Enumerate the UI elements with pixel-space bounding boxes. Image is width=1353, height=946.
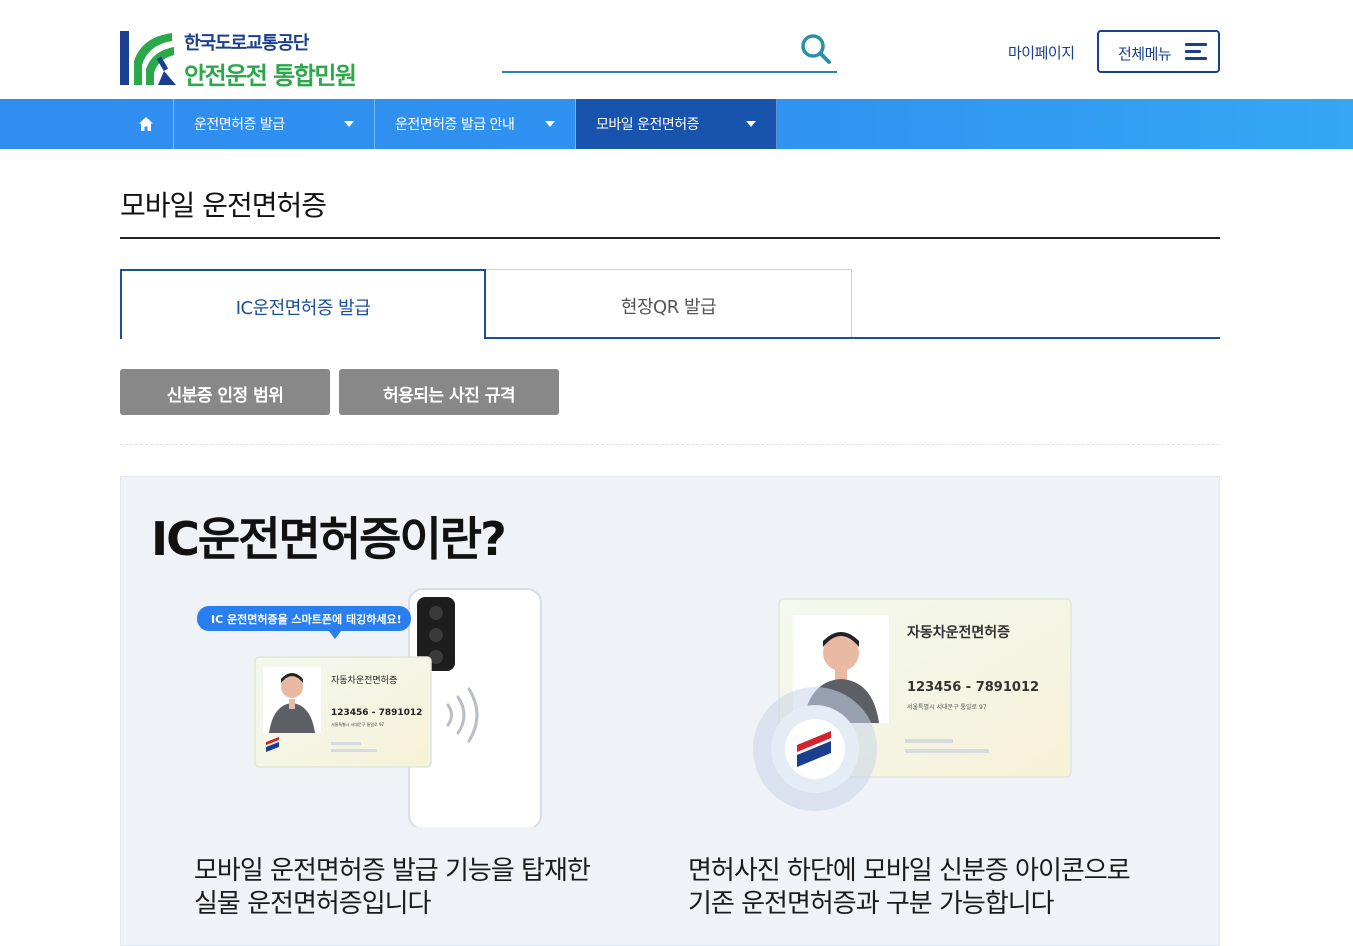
page-title: 모바일 운전면허증: [120, 189, 327, 222]
caption-mobile-id: 면허사진 하단에 모바일 신분증 아이콘으로 기존 운전면허증과 구분 가능합니…: [688, 855, 1131, 921]
chevron-down-icon: [344, 121, 354, 127]
chevron-down-icon: [545, 121, 555, 127]
panel-heading: IC운전면허증이란?: [151, 512, 507, 566]
caption-line: 기존 운전면허증과 구분 가능합니다: [688, 889, 1055, 919]
card-number: 123456 - 7891012: [907, 680, 1039, 695]
caption-line: 실물 운전면허증입니다: [194, 889, 431, 919]
card-address: 서울특별시 서대문구 통일로 97: [331, 721, 385, 727]
search-input[interactable]: [502, 36, 792, 66]
card-address: 서울특별시 서대문구 통일로 97: [907, 703, 987, 711]
tab-bar: IC운전면허증 발급 현장QR 발급: [120, 269, 1220, 339]
title-divider: [120, 237, 1220, 239]
main-nav: 운전면허증 발급 운전면허증 발급 안내 모바일 운전면허증: [0, 99, 1353, 149]
search-bar: [502, 30, 837, 73]
search-icon[interactable]: [799, 32, 833, 66]
logo-k-icon: [120, 31, 176, 85]
site-header: 한국도로교통공단 안전운전 통합민원 마이페이지 전체메뉴: [0, 0, 1353, 99]
card-title: 자동차운전면허증: [331, 674, 397, 686]
nav-item-label: 운전면허증 발급 안내: [395, 117, 515, 133]
nav-item-label: 운전면허증 발급: [194, 117, 285, 133]
all-menu-button[interactable]: 전체메뉴: [1097, 30, 1220, 73]
card-number: 123456 - 7891012: [331, 708, 422, 718]
mobile-id-license-illustration: 자동차운전면허증 123456 - 7891012 서울특별시 서대문구 통일로…: [753, 598, 1072, 811]
card-title: 자동차운전면허증: [907, 624, 1010, 641]
caption-ic-license: 모바일 운전면허증 발급 기능을 탑재한 실물 운전면허증입니다: [194, 855, 591, 921]
caption-line: 면허사진 하단에 모바일 신분증 아이콘으로: [688, 856, 1131, 886]
info-panel: IC운전면허증이란? 자동차운전면허증 123456 - 7891012 서울특…: [120, 476, 1220, 946]
bubble-text: IC 운전면허증을 스마트폰에 태깅하세요!: [211, 612, 402, 626]
logo-subtitle: 한국도로교통공단: [184, 33, 309, 54]
nav-home-button[interactable]: [120, 99, 174, 149]
all-menu-label: 전체메뉴: [1118, 45, 1172, 63]
id-scope-label: 신분증 인정 범위: [166, 386, 284, 406]
home-icon: [139, 117, 153, 131]
hamburger-icon: [1185, 43, 1207, 61]
nav-item-license-guide[interactable]: 운전면허증 발급 안내: [375, 99, 576, 149]
photo-spec-label: 허용되는 사진 규격: [383, 386, 515, 406]
photo-spec-button[interactable]: 허용되는 사진 규격: [339, 369, 559, 415]
nav-item-label: 모바일 운전면허증: [596, 117, 700, 133]
mypage-link[interactable]: 마이페이지: [1008, 42, 1075, 63]
nav-item-mobile-license[interactable]: 모바일 운전면허증: [576, 99, 777, 149]
chevron-down-icon: [746, 121, 756, 127]
tab-onsite-qr[interactable]: 현장QR 발급: [486, 269, 852, 337]
section-divider: [120, 444, 1220, 445]
caption-line: 모바일 운전면허증 발급 기능을 탑재한: [194, 856, 591, 886]
logo-title: 안전운전 통합민원: [184, 62, 357, 90]
id-scope-button[interactable]: 신분증 인정 범위: [120, 369, 330, 415]
site-logo[interactable]: 한국도로교통공단 안전운전 통합민원: [120, 28, 370, 90]
ic-license-tagging-illustration: 자동차운전면허증 123456 - 7891012 서울특별시 서대문구 통일로…: [197, 588, 542, 827]
tab-label: IC운전면허증 발급: [235, 298, 371, 319]
nav-item-license-issue[interactable]: 운전면허증 발급: [174, 99, 375, 149]
tab-ic-license[interactable]: IC운전면허증 발급: [120, 269, 486, 339]
tab-label: 현장QR 발급: [620, 297, 717, 318]
